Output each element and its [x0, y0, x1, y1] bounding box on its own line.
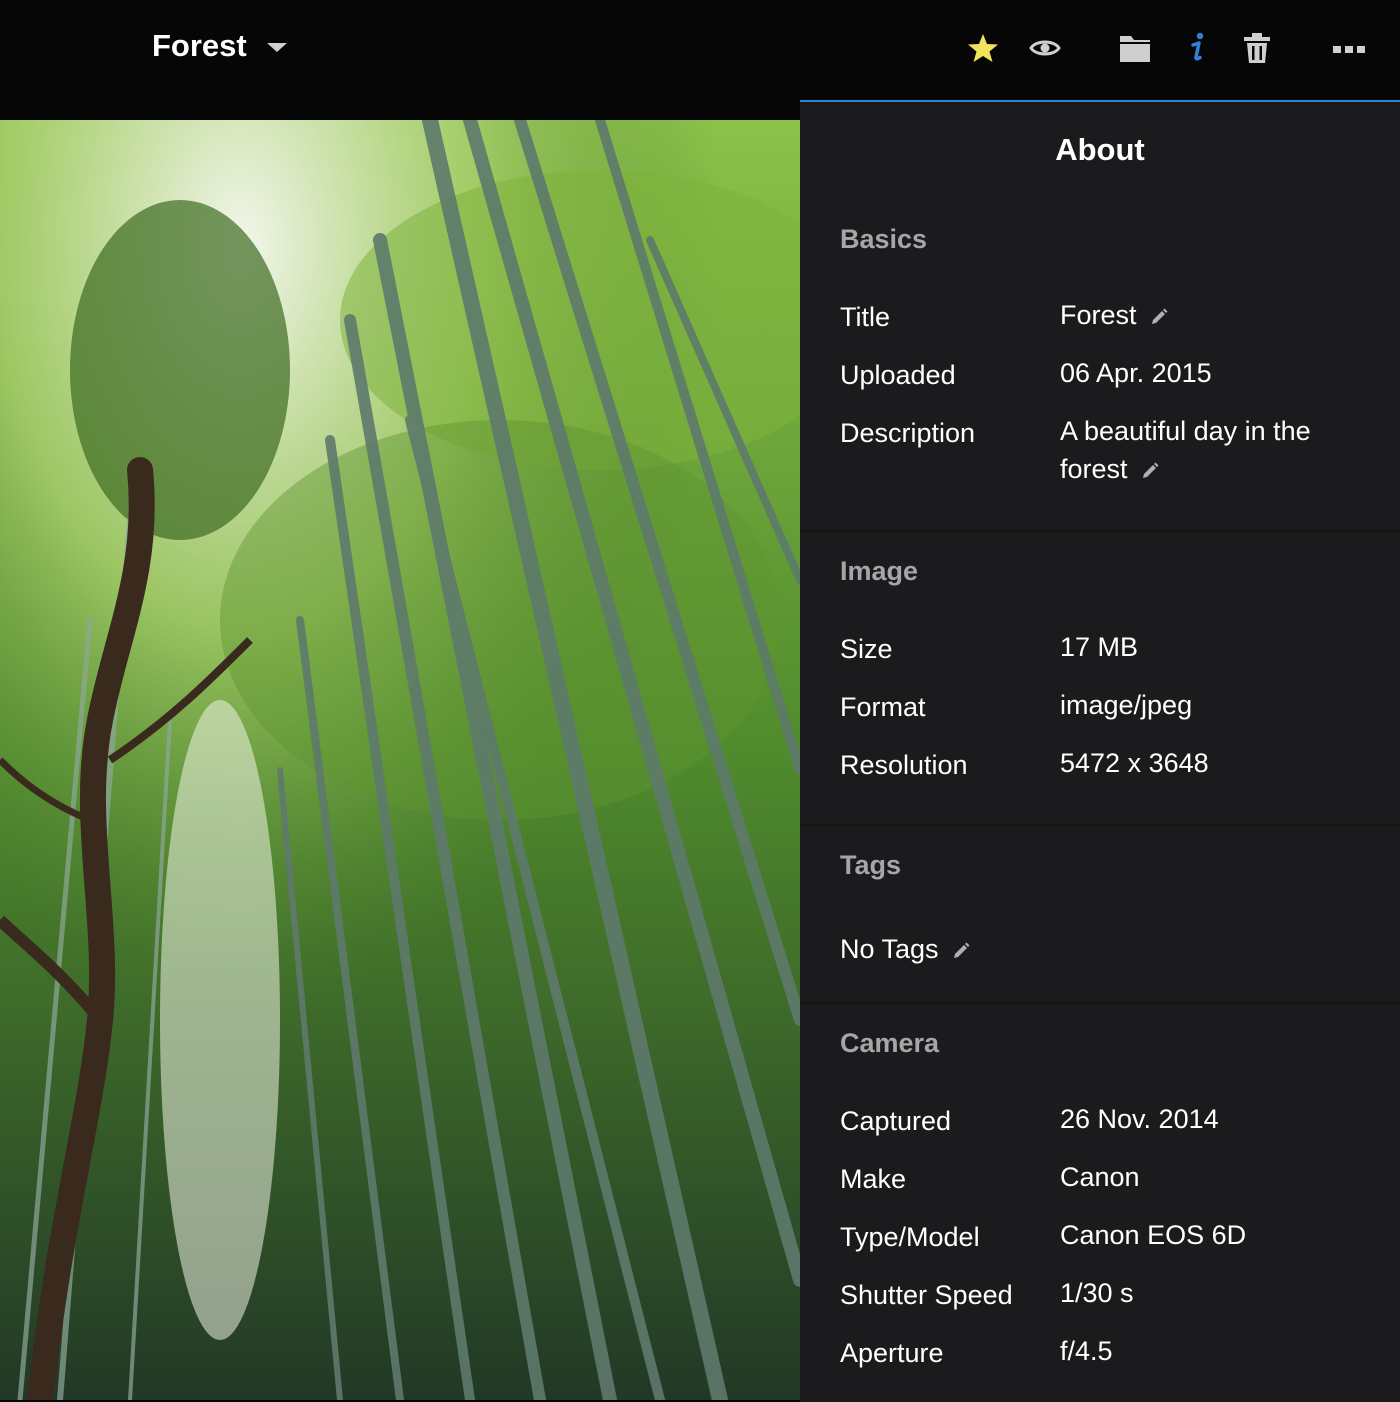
top-bar: Forest — [0, 0, 1400, 100]
row-label: Resolution — [840, 750, 968, 780]
row-label: Description — [840, 418, 976, 448]
row-label: Size — [840, 634, 893, 664]
row-value: Canon EOS 6D — [1060, 1220, 1247, 1250]
row-value: 06 Apr. 2015 — [1060, 358, 1212, 388]
row-value: A beautiful day in the forest — [1060, 412, 1360, 488]
row-label: Type/Model — [840, 1222, 980, 1252]
row-value: 26 Nov. 2014 — [1060, 1104, 1219, 1134]
info-icon[interactable] — [1180, 30, 1216, 66]
row-label: Make — [840, 1164, 907, 1194]
row-value: Forest — [1060, 296, 1360, 334]
tags-value: No Tags — [840, 934, 939, 964]
section-divider — [800, 530, 1400, 532]
album-title: Forest — [152, 28, 247, 63]
row-label: Shutter Speed — [840, 1280, 1013, 1310]
edit-title-pencil-icon[interactable] — [1149, 307, 1169, 327]
about-panel: About Basics Title Forest Uploaded 06 Ap… — [800, 100, 1400, 1402]
row-value: 17 MB — [1060, 632, 1139, 662]
panel-title: About — [1055, 132, 1145, 167]
star-icon[interactable] — [965, 30, 1001, 66]
row-label: Aperture — [840, 1338, 944, 1368]
row-value: 1/30 s — [1060, 1278, 1134, 1308]
section-divider — [800, 1002, 1400, 1004]
folder-icon[interactable] — [1117, 30, 1153, 66]
description-value: A beautiful day in the forest — [1060, 416, 1311, 484]
section-title-image: Image — [840, 556, 919, 586]
trash-icon[interactable] — [1239, 30, 1275, 66]
row-label: Captured — [840, 1106, 952, 1136]
row-label: Uploaded — [840, 360, 956, 390]
album-title-dropdown[interactable]: Forest — [152, 28, 287, 64]
row-value: f/4.5 — [1060, 1336, 1113, 1366]
row-value: Canon — [1060, 1162, 1140, 1192]
section-title-tags: Tags — [840, 850, 902, 880]
section-title-camera: Camera — [840, 1028, 940, 1058]
bamboo-forest-photo — [0, 120, 800, 1400]
title-value: Forest — [1060, 300, 1137, 330]
photo-viewer[interactable] — [0, 120, 800, 1400]
row-label: Title — [840, 302, 891, 332]
eye-icon[interactable] — [1027, 30, 1063, 66]
tags-value-wrap: No Tags — [840, 934, 971, 965]
chevron-down-icon — [266, 42, 287, 52]
row-label: Format — [840, 692, 926, 722]
section-title-basics: Basics — [840, 224, 928, 254]
row-value: 5472 x 3648 — [1060, 748, 1209, 778]
row-value: image/jpeg — [1060, 690, 1193, 720]
more-icon[interactable] — [1331, 30, 1367, 66]
edit-description-pencil-icon[interactable] — [1140, 461, 1160, 481]
edit-tags-pencil-icon[interactable] — [951, 941, 971, 961]
section-divider — [800, 824, 1400, 826]
